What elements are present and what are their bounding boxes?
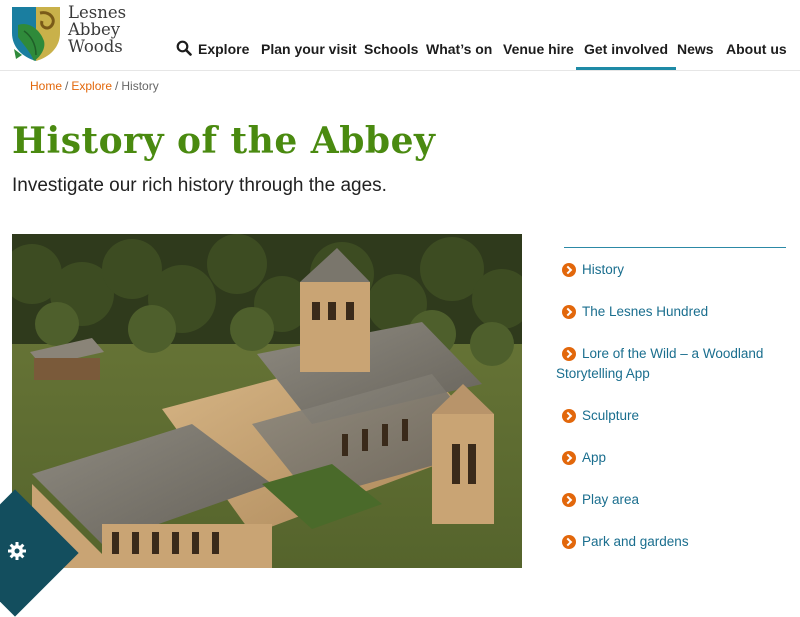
nav-schools[interactable]: Schools	[364, 40, 418, 58]
chevron-right-icon	[562, 305, 576, 319]
logo-mark-icon	[12, 7, 60, 62]
breadcrumb-separator: /	[65, 79, 69, 93]
chevron-right-icon	[562, 263, 576, 277]
site-header: Lesnes Abbey Woods Explore Plan your vis…	[0, 0, 800, 71]
sidebar-item-label: History	[582, 262, 625, 277]
nav-plan-your-visit[interactable]: Plan your visit	[261, 40, 357, 58]
abbey-reconstruction-image	[12, 234, 522, 568]
gear-icon[interactable]	[7, 541, 27, 561]
chevron-right-icon	[562, 535, 576, 549]
sidebar-item-label: Play area	[582, 492, 640, 507]
breadcrumb-home[interactable]: Home	[30, 79, 62, 93]
sidebar-item-label: The Lesnes Hundred	[582, 304, 709, 319]
sidebar-item-label: Park and gardens	[582, 534, 689, 549]
sidebar-item-label: Sculpture	[582, 408, 640, 423]
nav-news[interactable]: News	[677, 40, 714, 58]
nav-explore[interactable]: Explore	[176, 40, 250, 58]
page-subtitle: Investigate our rich history through the…	[12, 175, 387, 196]
nav-venue-hire[interactable]: Venue hire	[503, 40, 574, 58]
breadcrumb-separator: /	[115, 79, 119, 93]
sidebar-item-sculpture[interactable]: Sculpture	[556, 406, 786, 426]
chevron-right-icon	[562, 409, 576, 423]
logo-line-2: Abbey	[68, 20, 121, 39]
nav-explore-label: Explore	[198, 41, 250, 57]
chevron-right-icon	[562, 493, 576, 507]
logo-line-1: Lesnes	[68, 3, 127, 22]
sidebar-item-label: App	[582, 450, 607, 465]
sidebar-item-park-and-gardens[interactable]: Park and gardens	[556, 532, 786, 552]
sidebar-item-lore-of-the-wild[interactable]: Lore of the Wild – a Woodland Storytelli…	[556, 344, 786, 384]
breadcrumb-current: History	[121, 79, 159, 93]
breadcrumb-explore[interactable]: Explore	[71, 79, 112, 93]
sidebar-item-label: Lore of the Wild – a Woodland Storytelli…	[556, 346, 764, 381]
nav-about-us[interactable]: About us	[726, 40, 787, 58]
sidebar-item-lesnes-hundred[interactable]: The Lesnes Hundred	[556, 302, 786, 322]
sidebar-item-history[interactable]: History	[556, 260, 786, 280]
site-logo[interactable]: Lesnes Abbey Woods	[10, 4, 132, 63]
sidebar-divider	[564, 247, 786, 248]
logo-wordmark: Lesnes Abbey Woods	[68, 4, 126, 55]
abbey-illustration	[12, 234, 522, 568]
search-icon	[176, 40, 192, 56]
sidebar-item-play-area[interactable]: Play area	[556, 490, 786, 510]
chevron-right-icon	[562, 451, 576, 465]
nav-whats-on[interactable]: What’s on	[426, 40, 492, 58]
logo-line-3: Woods	[68, 37, 123, 56]
breadcrumb: Home / Explore / History	[30, 79, 159, 93]
chevron-right-icon	[562, 347, 576, 361]
nav-get-involved[interactable]: Get involved	[575, 40, 677, 70]
page-title: History of the Abbey	[12, 120, 436, 162]
sidebar-item-app[interactable]: App	[556, 448, 786, 468]
